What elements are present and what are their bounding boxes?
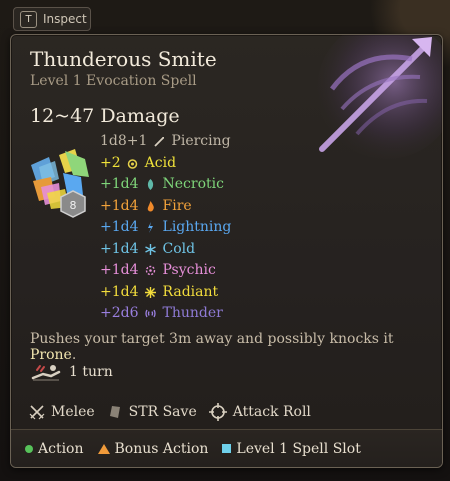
save-icon	[109, 406, 120, 418]
cost-bar: Action Bonus Action Level 1 Spell Slot	[11, 429, 442, 467]
damage-type: Fire	[162, 197, 192, 214]
property-label: STR Save	[128, 404, 197, 420]
damage-row-necrotic: +1d4 Necrotic	[100, 174, 231, 196]
property-label: Attack Roll	[232, 404, 311, 420]
damage-amount: +1d4	[100, 283, 139, 300]
damage-type: Necrotic	[162, 176, 224, 192]
damage-row-psychic: +1d4 Psychic	[100, 260, 231, 282]
damage-row-piercing: 1d8+1 Piercing	[100, 131, 231, 153]
damage-type: Psychic	[162, 262, 216, 278]
damage-amount: 1d8+1	[100, 133, 148, 149]
necrotic-icon	[144, 178, 158, 192]
damage-dice-icon: 8	[31, 149, 89, 218]
damage-amount: +1d4	[100, 240, 139, 257]
action-dot-icon	[25, 444, 33, 453]
spell-properties: Melee STR Save Attack Roll	[29, 403, 311, 421]
psychic-icon	[144, 264, 158, 278]
inspect-label: Inspect	[43, 12, 87, 26]
cost-spell-slot: Level 1 Spell Slot	[222, 440, 361, 457]
damage-row-acid: +2 Acid	[100, 153, 231, 175]
damage-row-thunder: +2d6 Thunder	[100, 303, 231, 325]
property-save: STR Save	[107, 404, 197, 420]
damage-type: Cold	[162, 240, 196, 257]
cost-label: Bonus Action	[114, 440, 209, 457]
sword-icon	[152, 135, 166, 149]
lightning-icon	[144, 221, 158, 235]
damage-total: 12~47 Damage	[30, 105, 180, 127]
spell-slot-icon	[222, 444, 232, 453]
damage-type: Piercing	[171, 133, 231, 149]
spell-tooltip: Thunderous Smite Level 1 Evocation Spell…	[10, 34, 443, 468]
damage-amount: +1d4	[100, 262, 139, 278]
damage-amount: +2	[100, 154, 121, 171]
spell-title: Thunderous Smite	[30, 47, 217, 71]
duration: 1 turn	[31, 362, 113, 382]
bonus-triangle-icon	[97, 443, 110, 454]
property-melee: Melee	[29, 404, 95, 420]
prone-link[interactable]: Prone	[30, 347, 72, 363]
damage-row-cold: +1d4 Cold	[100, 239, 231, 261]
damage-amount: +1d4	[100, 176, 139, 192]
description-end: .	[71, 347, 77, 363]
cost-label: Action	[38, 440, 84, 457]
prone-icon	[31, 365, 61, 381]
spell-subtitle: Level 1 Evocation Spell	[30, 73, 197, 89]
inspect-button[interactable]: T Inspect	[13, 7, 91, 31]
damage-type: Thunder	[162, 305, 223, 321]
cost-action: Action	[25, 441, 84, 457]
damage-row-fire: +1d4 Fire	[100, 196, 231, 218]
damage-row-lightning: +1d4 Lightning	[100, 217, 231, 239]
damage-type: Radiant	[162, 283, 219, 300]
duration-label: 1 turn	[69, 364, 113, 380]
description-text: Pushes your target 3m away and possibly …	[30, 331, 394, 347]
spell-description: Pushes your target 3m away and possibly …	[30, 331, 442, 363]
cost-bonus-action: Bonus Action	[97, 440, 209, 457]
damage-type: Acid	[144, 154, 177, 171]
melee-icon	[29, 405, 45, 420]
radiant-icon	[144, 285, 158, 299]
damage-type: Lightning	[162, 219, 232, 235]
crosshair-icon	[208, 403, 227, 421]
key-badge: T	[20, 10, 37, 28]
cold-icon	[144, 242, 158, 256]
cost-label: Level 1 Spell Slot	[236, 440, 361, 457]
damage-amount: +1d4	[100, 219, 139, 235]
damage-row-radiant: +1d4 Radiant	[100, 282, 231, 304]
damage-amount: +1d4	[100, 197, 139, 214]
damage-list: 1d8+1 Piercing +2 Acid +1d4 Necrotic +1d…	[100, 131, 231, 325]
damage-amount: +2d6	[100, 305, 139, 321]
thunder-icon	[144, 307, 158, 321]
svg-text:8: 8	[70, 199, 77, 212]
property-attack-roll: Attack Roll	[208, 403, 311, 421]
property-label: Melee	[51, 404, 95, 420]
acid-icon	[126, 156, 140, 170]
fire-icon	[144, 199, 158, 213]
spell-art-icon	[317, 35, 442, 159]
